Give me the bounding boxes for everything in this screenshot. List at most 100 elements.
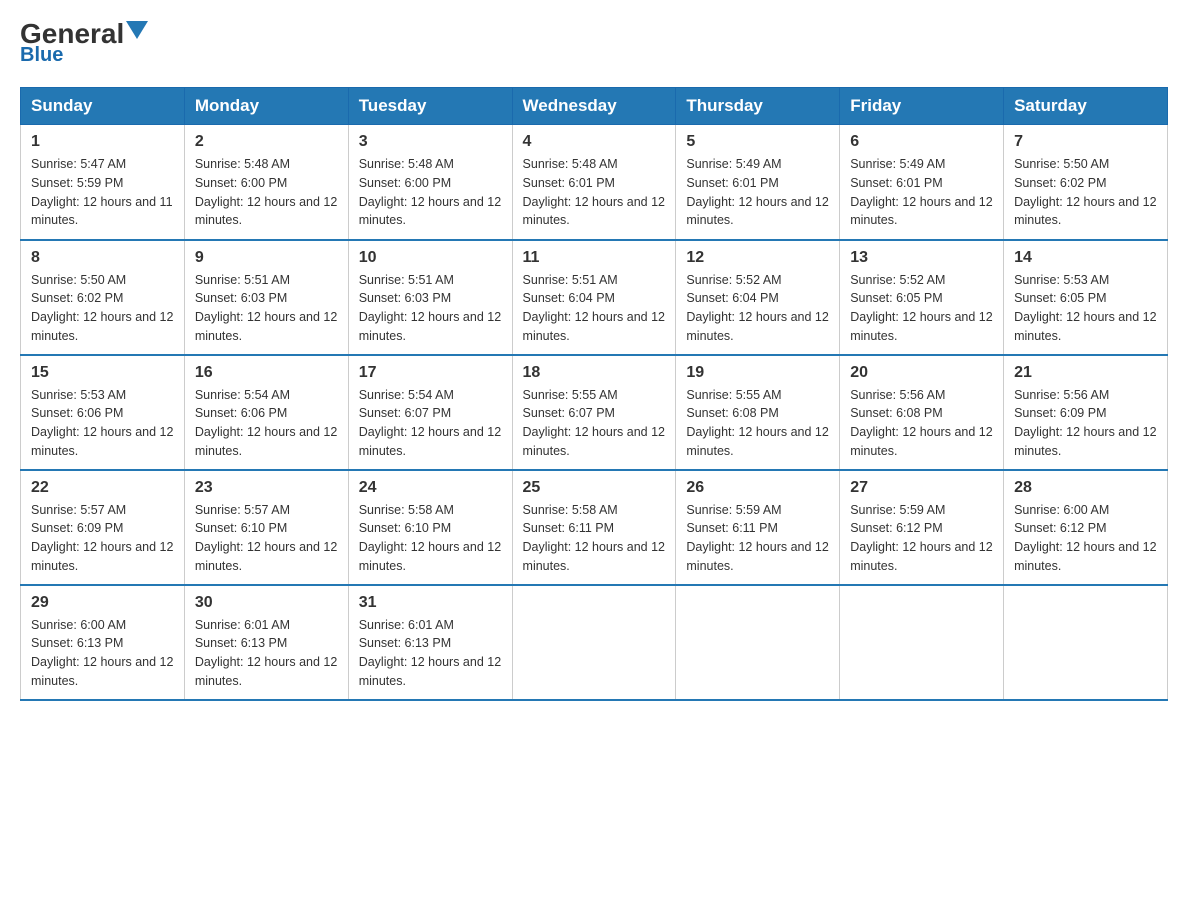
calendar-header-row: SundayMondayTuesdayWednesdayThursdayFrid… — [21, 88, 1168, 125]
day-info: Sunrise: 5:55 AM Sunset: 6:08 PM Dayligh… — [686, 386, 829, 461]
calendar-week-row-2: 8 Sunrise: 5:50 AM Sunset: 6:02 PM Dayli… — [21, 240, 1168, 355]
day-info: Sunrise: 5:51 AM Sunset: 6:03 PM Dayligh… — [195, 271, 338, 346]
day-info: Sunrise: 5:59 AM Sunset: 6:11 PM Dayligh… — [686, 501, 829, 576]
day-info: Sunrise: 5:53 AM Sunset: 6:05 PM Dayligh… — [1014, 271, 1157, 346]
day-number: 16 — [195, 364, 338, 382]
calendar-header-thursday: Thursday — [676, 88, 840, 125]
day-number: 8 — [31, 249, 174, 267]
calendar-cell: 26 Sunrise: 5:59 AM Sunset: 6:11 PM Dayl… — [676, 470, 840, 585]
calendar-cell — [676, 585, 840, 700]
day-number: 27 — [850, 479, 993, 497]
day-number: 3 — [359, 133, 502, 151]
day-info: Sunrise: 6:00 AM Sunset: 6:13 PM Dayligh… — [31, 616, 174, 691]
calendar-cell: 14 Sunrise: 5:53 AM Sunset: 6:05 PM Dayl… — [1004, 240, 1168, 355]
day-number: 10 — [359, 249, 502, 267]
calendar-cell: 20 Sunrise: 5:56 AM Sunset: 6:08 PM Dayl… — [840, 355, 1004, 470]
calendar-header-saturday: Saturday — [1004, 88, 1168, 125]
day-info: Sunrise: 5:52 AM Sunset: 6:04 PM Dayligh… — [686, 271, 829, 346]
day-number: 12 — [686, 249, 829, 267]
calendar-cell: 5 Sunrise: 5:49 AM Sunset: 6:01 PM Dayli… — [676, 125, 840, 240]
calendar-cell: 6 Sunrise: 5:49 AM Sunset: 6:01 PM Dayli… — [840, 125, 1004, 240]
day-number: 31 — [359, 594, 502, 612]
day-info: Sunrise: 5:48 AM Sunset: 6:00 PM Dayligh… — [195, 155, 338, 230]
day-info: Sunrise: 5:49 AM Sunset: 6:01 PM Dayligh… — [850, 155, 993, 230]
day-info: Sunrise: 5:51 AM Sunset: 6:04 PM Dayligh… — [523, 271, 666, 346]
calendar-cell: 19 Sunrise: 5:55 AM Sunset: 6:08 PM Dayl… — [676, 355, 840, 470]
calendar-cell: 2 Sunrise: 5:48 AM Sunset: 6:00 PM Dayli… — [184, 125, 348, 240]
day-number: 23 — [195, 479, 338, 497]
day-info: Sunrise: 6:01 AM Sunset: 6:13 PM Dayligh… — [195, 616, 338, 691]
day-info: Sunrise: 5:49 AM Sunset: 6:01 PM Dayligh… — [686, 155, 829, 230]
day-info: Sunrise: 5:58 AM Sunset: 6:11 PM Dayligh… — [523, 501, 666, 576]
day-info: Sunrise: 5:57 AM Sunset: 6:10 PM Dayligh… — [195, 501, 338, 576]
calendar-header-monday: Monday — [184, 88, 348, 125]
day-number: 28 — [1014, 479, 1157, 497]
day-number: 21 — [1014, 364, 1157, 382]
day-number: 18 — [523, 364, 666, 382]
calendar-table: SundayMondayTuesdayWednesdayThursdayFrid… — [20, 87, 1168, 701]
day-info: Sunrise: 5:53 AM Sunset: 6:06 PM Dayligh… — [31, 386, 174, 461]
calendar-cell: 18 Sunrise: 5:55 AM Sunset: 6:07 PM Dayl… — [512, 355, 676, 470]
calendar-header-sunday: Sunday — [21, 88, 185, 125]
calendar-week-row-3: 15 Sunrise: 5:53 AM Sunset: 6:06 PM Dayl… — [21, 355, 1168, 470]
day-number: 26 — [686, 479, 829, 497]
day-info: Sunrise: 5:58 AM Sunset: 6:10 PM Dayligh… — [359, 501, 502, 576]
calendar-header-friday: Friday — [840, 88, 1004, 125]
calendar-cell: 8 Sunrise: 5:50 AM Sunset: 6:02 PM Dayli… — [21, 240, 185, 355]
day-number: 1 — [31, 133, 174, 151]
day-number: 30 — [195, 594, 338, 612]
day-number: 9 — [195, 249, 338, 267]
day-info: Sunrise: 5:50 AM Sunset: 6:02 PM Dayligh… — [1014, 155, 1157, 230]
day-number: 19 — [686, 364, 829, 382]
calendar-cell: 31 Sunrise: 6:01 AM Sunset: 6:13 PM Dayl… — [348, 585, 512, 700]
page-header: General Blue — [20, 20, 1168, 67]
calendar-header-tuesday: Tuesday — [348, 88, 512, 125]
day-info: Sunrise: 5:55 AM Sunset: 6:07 PM Dayligh… — [523, 386, 666, 461]
calendar-cell — [840, 585, 1004, 700]
logo-triangle-icon — [126, 21, 148, 39]
calendar-cell: 21 Sunrise: 5:56 AM Sunset: 6:09 PM Dayl… — [1004, 355, 1168, 470]
calendar-week-row-1: 1 Sunrise: 5:47 AM Sunset: 5:59 PM Dayli… — [21, 125, 1168, 240]
day-info: Sunrise: 6:01 AM Sunset: 6:13 PM Dayligh… — [359, 616, 502, 691]
calendar-cell: 30 Sunrise: 6:01 AM Sunset: 6:13 PM Dayl… — [184, 585, 348, 700]
day-number: 5 — [686, 133, 829, 151]
day-info: Sunrise: 6:00 AM Sunset: 6:12 PM Dayligh… — [1014, 501, 1157, 576]
calendar-cell: 29 Sunrise: 6:00 AM Sunset: 6:13 PM Dayl… — [21, 585, 185, 700]
day-number: 24 — [359, 479, 502, 497]
calendar-cell: 11 Sunrise: 5:51 AM Sunset: 6:04 PM Dayl… — [512, 240, 676, 355]
calendar-cell: 7 Sunrise: 5:50 AM Sunset: 6:02 PM Dayli… — [1004, 125, 1168, 240]
day-info: Sunrise: 5:48 AM Sunset: 6:00 PM Dayligh… — [359, 155, 502, 230]
day-number: 7 — [1014, 133, 1157, 151]
day-number: 11 — [523, 249, 666, 267]
day-number: 20 — [850, 364, 993, 382]
calendar-week-row-5: 29 Sunrise: 6:00 AM Sunset: 6:13 PM Dayl… — [21, 585, 1168, 700]
day-info: Sunrise: 5:59 AM Sunset: 6:12 PM Dayligh… — [850, 501, 993, 576]
calendar-cell: 27 Sunrise: 5:59 AM Sunset: 6:12 PM Dayl… — [840, 470, 1004, 585]
calendar-cell: 9 Sunrise: 5:51 AM Sunset: 6:03 PM Dayli… — [184, 240, 348, 355]
calendar-cell: 10 Sunrise: 5:51 AM Sunset: 6:03 PM Dayl… — [348, 240, 512, 355]
day-info: Sunrise: 5:56 AM Sunset: 6:09 PM Dayligh… — [1014, 386, 1157, 461]
day-info: Sunrise: 5:54 AM Sunset: 6:07 PM Dayligh… — [359, 386, 502, 461]
day-number: 6 — [850, 133, 993, 151]
logo-blue: Blue — [20, 44, 63, 67]
day-number: 15 — [31, 364, 174, 382]
calendar-cell: 23 Sunrise: 5:57 AM Sunset: 6:10 PM Dayl… — [184, 470, 348, 585]
day-info: Sunrise: 5:50 AM Sunset: 6:02 PM Dayligh… — [31, 271, 174, 346]
calendar-cell — [512, 585, 676, 700]
calendar-cell: 13 Sunrise: 5:52 AM Sunset: 6:05 PM Dayl… — [840, 240, 1004, 355]
day-number: 17 — [359, 364, 502, 382]
logo: General Blue — [20, 20, 148, 67]
day-number: 22 — [31, 479, 174, 497]
calendar-week-row-4: 22 Sunrise: 5:57 AM Sunset: 6:09 PM Dayl… — [21, 470, 1168, 585]
day-number: 13 — [850, 249, 993, 267]
calendar-cell: 12 Sunrise: 5:52 AM Sunset: 6:04 PM Dayl… — [676, 240, 840, 355]
calendar-cell: 4 Sunrise: 5:48 AM Sunset: 6:01 PM Dayli… — [512, 125, 676, 240]
day-info: Sunrise: 5:52 AM Sunset: 6:05 PM Dayligh… — [850, 271, 993, 346]
calendar-cell — [1004, 585, 1168, 700]
day-number: 2 — [195, 133, 338, 151]
calendar-body: 1 Sunrise: 5:47 AM Sunset: 5:59 PM Dayli… — [21, 125, 1168, 700]
day-info: Sunrise: 5:48 AM Sunset: 6:01 PM Dayligh… — [523, 155, 666, 230]
day-number: 29 — [31, 594, 174, 612]
calendar-cell: 16 Sunrise: 5:54 AM Sunset: 6:06 PM Dayl… — [184, 355, 348, 470]
day-number: 14 — [1014, 249, 1157, 267]
